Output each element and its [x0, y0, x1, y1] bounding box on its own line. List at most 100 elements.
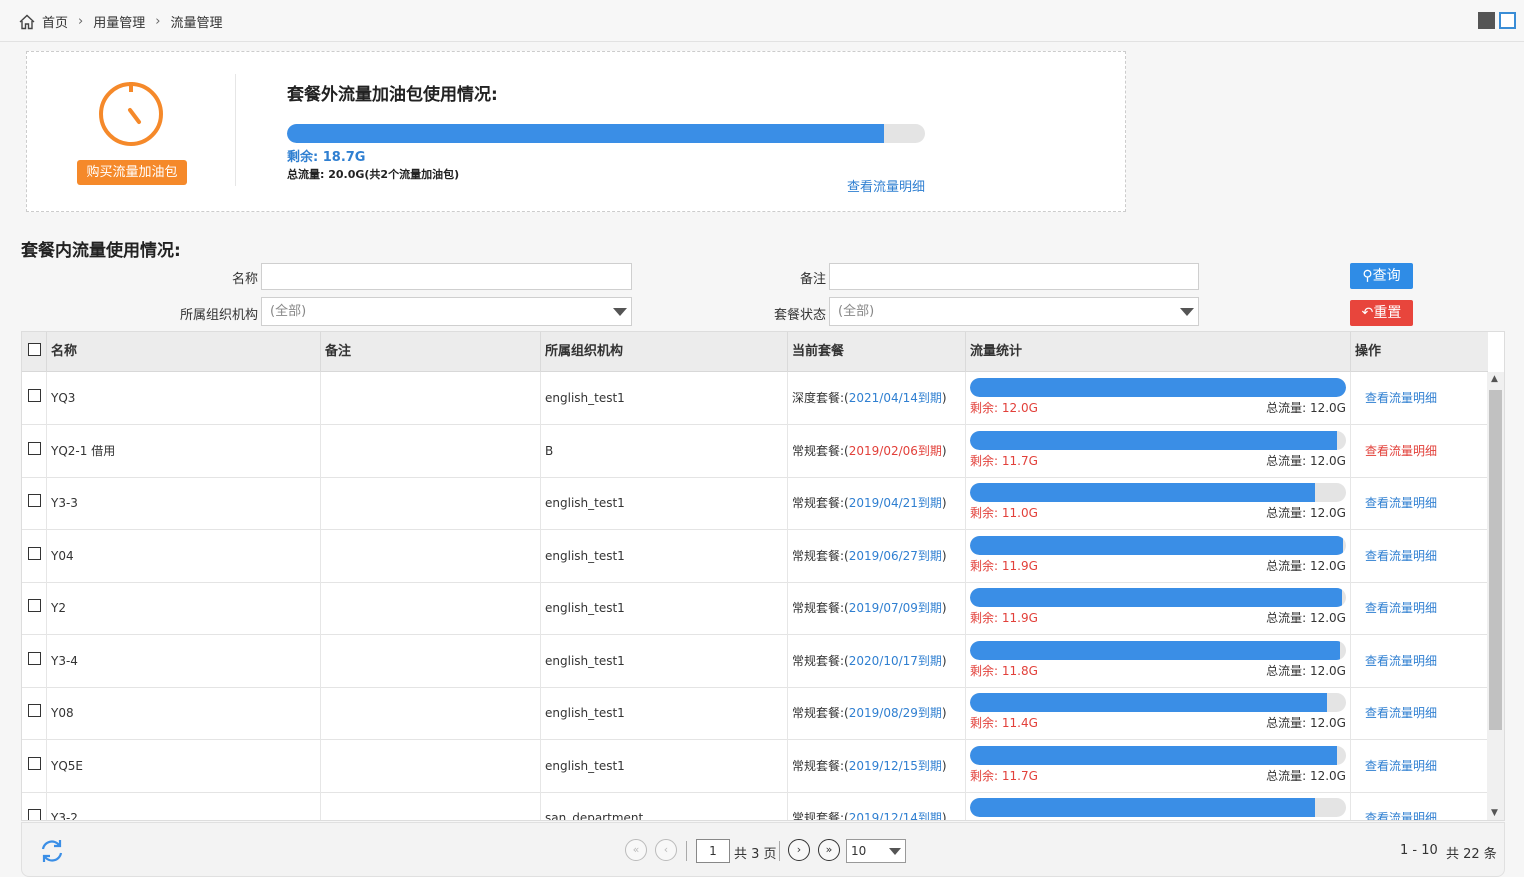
breadcrumb-home[interactable]: 首页 [42, 12, 68, 31]
view-detail-link[interactable]: 查看流量明细 [1365, 759, 1437, 773]
addon-detail-link[interactable]: 查看流量明细 [847, 176, 925, 195]
query-label: 查询 [1372, 268, 1401, 284]
breadcrumb: 首页 › 用量管理 › 流量管理 [18, 12, 222, 31]
org-cell: english_test1 [541, 372, 788, 425]
org-cell: english_test1 [541, 582, 788, 635]
row-checkbox[interactable] [28, 546, 41, 560]
plan-name: 常规套餐:( [792, 601, 849, 615]
divider [235, 74, 236, 186]
page-count-text: 共 3 页 [734, 847, 777, 862]
table-row[interactable]: Y3-4 english_test1 常规套餐:(2020/10/17到期) 剩余: … [22, 634, 1488, 688]
refresh-icon[interactable] [38, 837, 66, 865]
next-page-icon[interactable]: › [788, 839, 810, 861]
header-remark[interactable]: 备注 [321, 332, 541, 372]
view-detail-link[interactable]: 查看流量明细 [1365, 496, 1437, 510]
scroll-up-icon[interactable]: ▲ [1491, 374, 1498, 384]
plan-close-paren: ) [941, 443, 947, 458]
plan-name: 常规套餐:( [792, 548, 849, 563]
table-row[interactable]: Y08 english_test1 常规套餐:(2019/08/29到期) 剩余: 1… [22, 687, 1488, 740]
plan-expiry-date: 2019/04/21到期 [848, 496, 942, 510]
traffic-cell: 剩余: 11.7G 总流量: 12.0G [966, 739, 1351, 793]
range-text: 1 - 10 [1400, 843, 1438, 858]
row-checkbox[interactable] [28, 704, 41, 717]
view-detail-link[interactable]: 查看流量明细 [1365, 706, 1437, 720]
view-detail-link[interactable]: 查看流量明细 [1365, 811, 1437, 820]
name-input[interactable] [261, 263, 632, 290]
checkbox-cell [22, 582, 47, 635]
table-row[interactable]: Y04 english_test1 常规套餐:(2019/06/27到期) 剩余: 1… [22, 529, 1488, 583]
vertical-scrollbar[interactable]: ▲ ▼ [1487, 372, 1504, 820]
page-number-input[interactable]: 1 [696, 839, 730, 863]
org-cell: san_department [541, 792, 788, 820]
table-row[interactable]: Y3-2 san_department 常规套餐:(2019/12/14到期) 查看流… [22, 792, 1488, 820]
plan-close-paren: ) [941, 758, 947, 773]
action-cell: 查看流量明细 [1351, 582, 1488, 635]
plan-cell: 常规套餐:(2019/08/29到期) [788, 687, 966, 740]
breadcrumb-separator: › [155, 14, 161, 29]
checkbox-cell [22, 687, 47, 740]
table-row[interactable]: YQ3 english_test1 深度套餐:(2021/04/14到期) 剩余: 1… [22, 372, 1488, 425]
plan-close-paren: ) [941, 706, 947, 720]
plan-cell: 常规套餐:(2019/07/09到期) [788, 582, 966, 635]
traffic-progress-fill [970, 588, 1343, 607]
traffic-progress-fill [970, 535, 1343, 555]
addon-progress-fill [287, 124, 884, 143]
row-checkbox[interactable] [28, 494, 41, 507]
pagination-bar: « ‹ 1 共 3 页 › » 10 1 - 10 共 22 条 [21, 822, 1505, 877]
prev-page-icon[interactable]: ‹ [655, 839, 677, 861]
action-cell: 查看流量明细 [1351, 477, 1488, 530]
remark-cell [321, 477, 541, 530]
table-row[interactable]: Y2 english_test1 常规套餐:(2019/07/09到期) 剩余: 11… [22, 582, 1488, 635]
buy-addon-button[interactable]: 购买流量加油包 [77, 160, 187, 185]
traffic-cell: 剩余: 11.0G 总流量: 12.0G [966, 477, 1351, 530]
scrollbar-thumb[interactable] [1489, 390, 1502, 730]
view-detail-link[interactable]: 查看流量明细 [1365, 391, 1437, 405]
row-checkbox[interactable] [28, 809, 41, 820]
org-select[interactable]: (全部) [261, 297, 632, 326]
first-page-icon[interactable]: « [625, 839, 647, 861]
plan-close-paren: ) [941, 601, 947, 615]
view-detail-link[interactable]: 查看流量明细 [1365, 549, 1437, 563]
query-button[interactable]: ⚲查询 [1350, 263, 1413, 289]
plan-cell: 常规套餐:(2019/06/27到期) [788, 529, 966, 583]
table-row[interactable]: YQ2-1 借用 B 常规套餐:(2019/02/06到期) 剩余: 11.7G 总流量… [22, 424, 1488, 478]
reset-button[interactable]: ↶重置 [1350, 300, 1413, 326]
layout-dark-icon[interactable] [1478, 12, 1495, 29]
action-cell: 查看流量明细 [1351, 635, 1488, 688]
remain-text: 剩余: 11.8G [970, 663, 1038, 678]
header-org[interactable]: 所属组织机构 [541, 332, 788, 372]
view-detail-link[interactable]: 查看流量明细 [1365, 654, 1437, 668]
action-cell: 查看流量明细 [1351, 530, 1488, 583]
layout-light-icon[interactable] [1499, 12, 1516, 29]
table-row[interactable]: YQ5E english_test1 常规套餐:(2019/12/15到期) 剩余: … [22, 739, 1488, 793]
total-count-text: 共 22 条 [1446, 847, 1497, 862]
last-page-icon[interactable]: » [818, 839, 840, 861]
addon-panel: 购买流量加油包 套餐外流量加油包使用情况: 剩余: 18.7G 总流量: 20.… [26, 51, 1126, 212]
select-all-checkbox[interactable] [28, 343, 41, 356]
view-detail-link[interactable]: 查看流量明细 [1365, 444, 1437, 458]
traffic-cell: 剩余: 11.9G 总流量: 12.0G [966, 582, 1351, 635]
remark-input[interactable] [829, 263, 1199, 290]
row-checkbox[interactable] [28, 441, 41, 455]
table-row[interactable]: Y3-3 english_test1 常规套餐:(2019/04/21到期) 剩余: … [22, 477, 1488, 530]
breadcrumb-usage[interactable]: 用量管理 [93, 12, 145, 31]
row-checkbox[interactable] [28, 651, 41, 665]
row-checkbox[interactable] [28, 599, 41, 612]
row-checkbox[interactable] [28, 389, 41, 402]
home-icon[interactable] [18, 13, 36, 31]
header-name[interactable]: 名称 [47, 332, 321, 372]
view-detail-link[interactable]: 查看流量明细 [1365, 601, 1437, 615]
header-traffic[interactable]: 流量统计 [966, 332, 1351, 372]
scroll-down-icon[interactable]: ▼ [1491, 808, 1498, 818]
plan-expiry-date: 2019/06/27到期 [848, 548, 942, 563]
traffic-progress-fill [970, 430, 1337, 450]
row-checkbox[interactable] [28, 756, 41, 770]
status-select[interactable]: (全部) [829, 297, 1199, 326]
traffic-cell: 剩余: 11.4G 总流量: 12.0G [966, 687, 1351, 740]
traffic-progress-bar [970, 640, 1346, 660]
name-cell: YQ2-1 借用 [47, 424, 321, 478]
header-plan[interactable]: 当前套餐 [788, 332, 966, 372]
total-text: 总流量: 12.0G [1266, 768, 1346, 783]
page-size-select[interactable]: 10 [846, 839, 906, 863]
header-actions: 操作 [1355, 344, 1382, 359]
